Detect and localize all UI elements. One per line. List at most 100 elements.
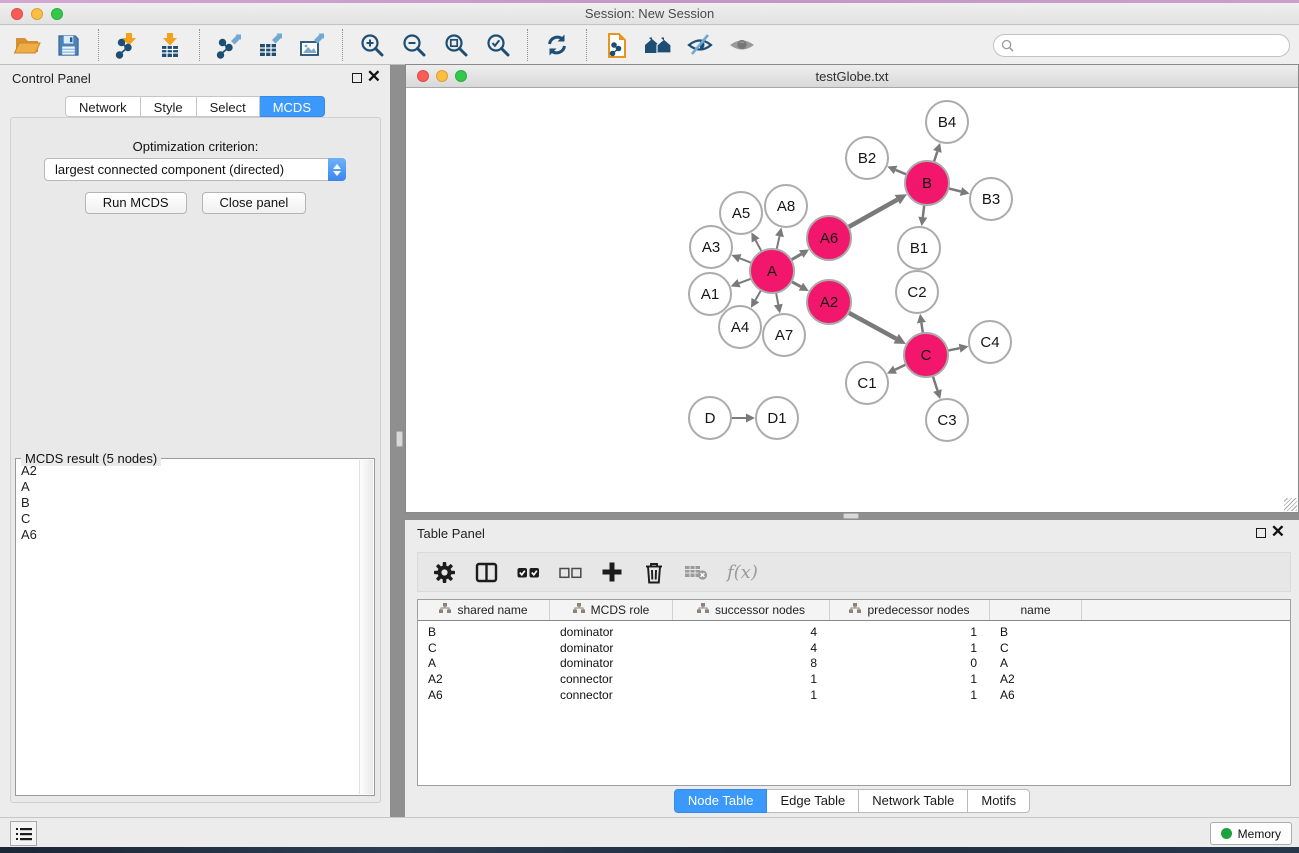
- network-from-selection-icon[interactable]: [598, 28, 633, 62]
- deselect-all-rows-icon[interactable]: [557, 559, 583, 585]
- graph-node-A8[interactable]: A8: [765, 185, 807, 227]
- select-all-rows-icon[interactable]: [515, 559, 541, 585]
- memory-button[interactable]: Memory: [1210, 822, 1292, 845]
- import-network-icon[interactable]: [110, 28, 145, 62]
- graph-node-A7[interactable]: A7: [763, 314, 805, 356]
- tab-network-table[interactable]: Network Table: [859, 789, 968, 813]
- close-table-panel-icon[interactable]: ✕: [1271, 522, 1285, 542]
- graph-node-A6[interactable]: A6: [807, 216, 851, 260]
- split-table-icon[interactable]: [473, 559, 499, 585]
- tab-style[interactable]: Style: [141, 96, 197, 117]
- table-row[interactable]: Bdominator41B: [418, 624, 1290, 640]
- graph-node-C2[interactable]: C2: [896, 271, 938, 313]
- table-row[interactable]: Cdominator41C: [418, 640, 1290, 656]
- graph-node-A2[interactable]: A2: [807, 280, 851, 324]
- mcds-result-box: MCDS result (5 nodes) A2ABCA6: [15, 451, 375, 796]
- mcds-result-list: A2ABCA6: [19, 463, 355, 792]
- add-column-icon[interactable]: [599, 559, 625, 585]
- table-cell: 1: [830, 672, 990, 686]
- graph-node-A4[interactable]: A4: [719, 306, 761, 348]
- home-icon[interactable]: [640, 28, 675, 62]
- graph-node-A1[interactable]: A1: [689, 273, 731, 315]
- export-network-icon[interactable]: [211, 28, 246, 62]
- search-box: [993, 34, 1290, 57]
- export-table-icon[interactable]: [253, 28, 288, 62]
- float-table-panel-icon[interactable]: [1256, 528, 1266, 538]
- graph-node-B4[interactable]: B4: [926, 101, 968, 143]
- tab-node-table[interactable]: Node Table: [674, 789, 768, 813]
- zoom-out-icon[interactable]: [396, 28, 431, 62]
- column-header-predecessor-nodes[interactable]: predecessor nodes: [830, 600, 990, 620]
- main-titlebar: Session: New Session: [0, 3, 1299, 25]
- list-item[interactable]: C: [19, 511, 355, 527]
- close-panel-icon[interactable]: ✕: [367, 67, 381, 87]
- graph-node-D[interactable]: D: [689, 397, 731, 439]
- zoom-fit-icon[interactable]: [438, 28, 473, 62]
- svg-text:A8: A8: [777, 198, 795, 215]
- optimization-criterion-select[interactable]: largest connected component (directed): [44, 158, 346, 181]
- table-row[interactable]: Adominator80A: [418, 656, 1290, 672]
- table-cell: dominator: [550, 641, 673, 655]
- vertical-splitter-handle[interactable]: [396, 431, 403, 447]
- tab-network[interactable]: Network: [65, 96, 141, 117]
- result-scrollbar[interactable]: [359, 460, 373, 794]
- list-item[interactable]: A: [19, 479, 355, 495]
- export-image-icon[interactable]: [295, 28, 330, 62]
- import-table-icon[interactable]: [152, 28, 187, 62]
- arrowhead-icon: [918, 217, 927, 226]
- zoom-selected-icon[interactable]: [480, 28, 515, 62]
- open-session-icon[interactable]: [9, 28, 44, 62]
- task-history-button[interactable]: [10, 821, 37, 846]
- show-graphics-details-icon[interactable]: [724, 28, 759, 62]
- list-item[interactable]: B: [19, 495, 355, 511]
- graph-node-A[interactable]: A: [750, 249, 794, 293]
- refresh-icon[interactable]: [539, 28, 574, 62]
- graph-node-C4[interactable]: C4: [969, 321, 1011, 363]
- save-session-icon[interactable]: [51, 28, 86, 62]
- graph-node-B2[interactable]: B2: [846, 137, 888, 179]
- graph-node-A3[interactable]: A3: [690, 226, 732, 268]
- tab-mcds[interactable]: MCDS: [260, 96, 325, 117]
- delete-column-icon[interactable]: [641, 559, 667, 585]
- close-panel-button[interactable]: Close panel: [202, 192, 307, 214]
- column-type-icon: [697, 603, 709, 617]
- graph-node-D1[interactable]: D1: [756, 397, 798, 439]
- table-settings-icon[interactable]: [431, 559, 457, 585]
- table-cell: 1: [830, 641, 990, 655]
- network-canvas[interactable]: B4 B2 B B3 A8 A5 A6 A3 B1 A C2 A1 A2 A4 A7 C4 C C1 D D1 C3: [406, 89, 1298, 512]
- network-window-titlebar[interactable]: testGlobe.txt: [406, 65, 1298, 88]
- graph-node-B[interactable]: B: [905, 161, 949, 205]
- graph-node-C1[interactable]: C1: [846, 362, 888, 404]
- horizontal-splitter-handle[interactable]: [843, 513, 859, 519]
- table-row[interactable]: A2connector11A2: [418, 671, 1290, 687]
- svg-text:A7: A7: [775, 327, 793, 344]
- column-header-successor-nodes[interactable]: successor nodes: [673, 600, 830, 620]
- graph-node-A5[interactable]: A5: [720, 192, 762, 234]
- list-item[interactable]: A6: [19, 527, 355, 543]
- network-view-window: testGlobe.txt B4 B2 B B3 A8 A5 A6 A3 B1 A C2 A1 A2 A4…: [405, 64, 1299, 513]
- run-mcds-button[interactable]: Run MCDS: [85, 192, 187, 214]
- graph-node-C[interactable]: C: [904, 333, 948, 377]
- table-row[interactable]: A6connector11A6: [418, 687, 1290, 703]
- tab-motifs[interactable]: Motifs: [968, 789, 1030, 813]
- tab-select[interactable]: Select: [197, 96, 260, 117]
- table-cell: connector: [550, 688, 673, 702]
- table-panel-title: Table Panel: [417, 526, 485, 541]
- node-table-header: shared nameMCDS rolesuccessor nodesprede…: [418, 600, 1290, 621]
- arrowhead-icon: [775, 228, 784, 238]
- graph-node-C3[interactable]: C3: [926, 399, 968, 441]
- delete-table-icon[interactable]: [683, 559, 709, 585]
- column-header-MCDS-role[interactable]: MCDS role: [550, 600, 673, 620]
- resize-grip-icon[interactable]: [1284, 498, 1297, 511]
- search-input[interactable]: [1019, 38, 1269, 53]
- arrowhead-icon: [959, 344, 969, 353]
- column-header-name[interactable]: name: [990, 600, 1082, 620]
- tab-edge-table[interactable]: Edge Table: [767, 789, 859, 813]
- zoom-in-icon[interactable]: [354, 28, 389, 62]
- graph-node-B1[interactable]: B1: [898, 227, 940, 269]
- column-header-shared-name[interactable]: shared name: [418, 600, 550, 620]
- graph-node-B3[interactable]: B3: [970, 178, 1012, 220]
- float-panel-icon[interactable]: [352, 73, 362, 83]
- function-builder-icon[interactable]: f(x): [727, 562, 758, 583]
- hide-graphics-details-icon[interactable]: [682, 28, 717, 62]
